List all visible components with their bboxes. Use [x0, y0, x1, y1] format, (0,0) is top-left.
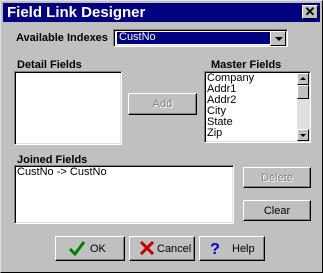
indexes-selected[interactable]: CustNo: [117, 31, 270, 44]
master-fields-label: Master Fields: [211, 59, 282, 71]
svg-text:?: ?: [210, 241, 220, 256]
detail-fields-list[interactable]: [14, 71, 122, 145]
indexes-dropdown-button[interactable]: [270, 31, 286, 46]
chevron-down-icon: [275, 37, 283, 41]
cancel-x-icon: [139, 240, 155, 256]
list-item[interactable]: Zip: [207, 128, 254, 139]
close-button[interactable]: ✕: [302, 5, 318, 19]
scroll-down-button[interactable]: [297, 129, 309, 141]
dialog-window: Field Link Designer ✕ Available Indexes …: [0, 0, 323, 273]
cancel-button[interactable]: Cancel: [129, 236, 195, 261]
list-item[interactable]: CustNo -> CustNo: [17, 167, 107, 178]
delete-button[interactable]: Delete: [243, 167, 311, 188]
help-button[interactable]: ? Help: [199, 236, 265, 261]
arrow-up-icon: [300, 77, 306, 80]
arrow-down-icon: [300, 134, 306, 137]
ok-button[interactable]: OK: [55, 236, 125, 261]
add-button[interactable]: Add: [128, 93, 197, 115]
available-indexes-label: Available Indexes: [16, 32, 108, 44]
master-scrollbar[interactable]: [297, 73, 309, 141]
detail-fields-label: Detail Fields: [17, 59, 82, 71]
joined-fields-list[interactable]: CustNo -> CustNo: [14, 165, 234, 224]
master-fields-items: Company Addr1 Addr2 City State Zip: [207, 73, 254, 139]
question-mark-icon: ?: [210, 241, 220, 256]
indexes-value: CustNo: [119, 31, 156, 43]
clear-button[interactable]: Clear: [243, 200, 311, 221]
master-fields-list[interactable]: Company Addr1 Addr2 City State Zip: [204, 71, 311, 143]
title-bar[interactable]: Field Link Designer ✕: [3, 3, 320, 22]
indexes-combo[interactable]: CustNo: [113, 29, 288, 47]
close-icon: ✕: [304, 4, 316, 19]
window-title: Field Link Designer: [7, 4, 146, 21]
checkmark-icon: [68, 241, 86, 256]
scroll-up-button[interactable]: [297, 73, 309, 85]
joined-fields-items: CustNo -> CustNo: [17, 167, 107, 178]
scroll-thumb[interactable]: [297, 85, 309, 99]
